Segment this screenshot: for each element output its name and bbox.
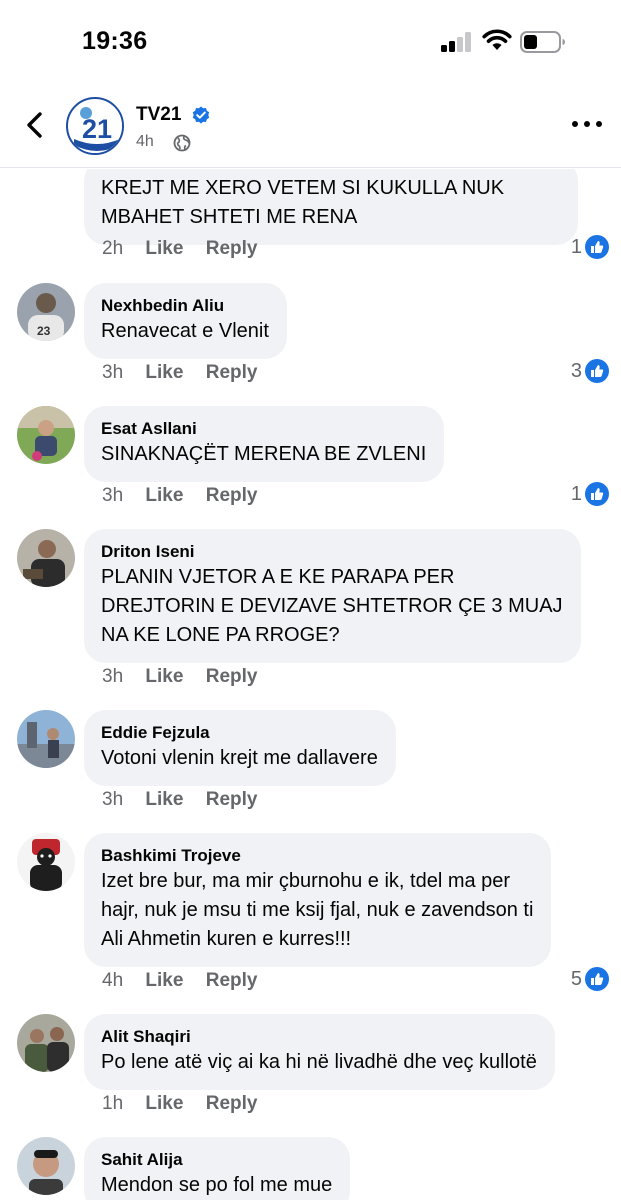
thumbs-up-icon (585, 359, 609, 383)
comment-text: Izet bre bur, ma mir çburnohu e ik, tdel… (101, 870, 534, 950)
comment-bubble[interactable]: Esat Asllani SINAKNAÇËT MERENA BE ZVLENI (84, 406, 445, 482)
thumbs-up-icon (585, 967, 609, 991)
comment-text: Mendon se po fol me mue (101, 1174, 333, 1196)
comment-text: SINAKNAÇËT MERENA BE ZVLENI (101, 443, 427, 465)
comment-meta: 3h Like Reply (102, 789, 274, 811)
battery-icon (520, 31, 565, 53)
avatar[interactable] (17, 710, 75, 768)
thumbs-up-icon (585, 235, 609, 259)
like-button[interactable]: Like (145, 666, 183, 688)
reply-button[interactable]: Reply (206, 1093, 258, 1115)
like-button[interactable]: Like (145, 1093, 183, 1115)
reaction-number: 1 (570, 235, 582, 258)
globe-icon (173, 134, 191, 152)
comment-meta: 3h Like Reply (102, 666, 274, 688)
tv21-logo-icon: 21 (70, 101, 122, 153)
comments-list: KREJT ME XERO VETEM SI KUKULLA NUK MBAHE… (0, 169, 621, 1200)
status-bar: 19:36 (0, 0, 621, 84)
post-time: 4h (136, 133, 154, 150)
avatar[interactable] (17, 406, 75, 464)
comment-bubble[interactable]: Alit Shaqiri Po lene atë viç ai ka hi në… (84, 1014, 555, 1090)
reply-button[interactable]: Reply (206, 362, 258, 384)
avatar-text: 21 (82, 114, 112, 144)
svg-text:23: 23 (37, 324, 51, 338)
comment-bubble[interactable]: KREJT ME XERO VETEM SI KUKULLA NUK MBAHE… (84, 169, 578, 245)
avatar[interactable] (17, 833, 75, 891)
comment-author[interactable]: Driton Iseni (101, 541, 563, 563)
reaction-number: 3 (570, 359, 582, 382)
like-button[interactable]: Like (145, 362, 183, 384)
post-header: 21 TV21 4h (0, 84, 621, 168)
comment-text: Renavecat e Vlenit (101, 320, 269, 342)
comment-time: 4h (102, 970, 124, 991)
reply-button[interactable]: Reply (206, 238, 258, 260)
avatar[interactable] (17, 1137, 75, 1195)
reaction-number: 1 (570, 482, 582, 505)
reaction-count[interactable]: 1 (571, 235, 609, 259)
reaction-count[interactable]: 3 (571, 359, 609, 383)
comment-bubble[interactable]: Bashkimi Trojeve Izet bre bur, ma mir çb… (84, 833, 552, 967)
avatar[interactable] (17, 529, 75, 587)
page-avatar[interactable]: 21 (66, 97, 124, 155)
comment-meta: 3h Like Reply (102, 362, 274, 384)
reaction-count[interactable]: 1 (571, 482, 609, 506)
comment-time: 3h (102, 362, 124, 383)
comment-bubble[interactable]: Eddie Fejzula Votoni vlenin krejt me dal… (84, 710, 396, 786)
comment-author[interactable]: Alit Shaqiri (101, 1026, 537, 1048)
comment-time: 2h (102, 238, 124, 259)
comment-time: 3h (102, 666, 124, 687)
reply-button[interactable]: Reply (206, 970, 258, 992)
comment-time: 3h (102, 485, 124, 506)
avatar[interactable] (17, 1014, 75, 1072)
comment-bubble[interactable]: Driton Iseni PLANIN VJETOR A E KE PARAPA… (84, 529, 581, 663)
comment-bubble[interactable]: Sahit Alija Mendon se po fol me mue (84, 1137, 351, 1200)
comment-meta: 1h Like Reply (102, 1093, 274, 1115)
reply-button[interactable]: Reply (206, 666, 258, 688)
reaction-number: 5 (570, 967, 582, 990)
reply-button[interactable]: Reply (206, 485, 258, 507)
avatar[interactable]: 23 (17, 283, 75, 341)
comment-text: PLANIN VJETOR A E KE PARAPA PER DREJTORI… (101, 566, 563, 646)
wifi-icon (482, 29, 512, 50)
comment-text: Votoni vlenin krejt me dallavere (101, 747, 378, 769)
back-button[interactable] (20, 108, 50, 142)
comment-time: 1h (102, 1093, 124, 1114)
verified-badge-icon (192, 106, 210, 124)
thumbs-up-icon (585, 482, 609, 506)
like-button[interactable]: Like (145, 238, 183, 260)
status-time: 19:36 (82, 27, 148, 55)
page-name[interactable]: TV21 (136, 104, 181, 126)
comment-author[interactable]: Esat Asllani (101, 418, 426, 440)
comment-author[interactable]: Bashkimi Trojeve (101, 845, 533, 867)
comment-author[interactable]: Eddie Fejzula (101, 722, 378, 744)
like-button[interactable]: Like (145, 970, 183, 992)
more-options-button[interactable] (570, 114, 604, 134)
comment-time: 3h (102, 789, 124, 810)
comment-author[interactable]: Sahit Alija (101, 1149, 332, 1171)
comment-author[interactable]: Nexhbedin Aliu (101, 295, 269, 317)
comment-text: Po lene atë viç ai ka hi në livadhë dhe … (101, 1051, 537, 1073)
comment-meta: 4h Like Reply (102, 970, 274, 992)
like-button[interactable]: Like (145, 789, 183, 811)
like-button[interactable]: Like (145, 485, 183, 507)
comment-bubble[interactable]: Nexhbedin Aliu Renavecat e Vlenit (84, 283, 287, 359)
signal-icon (441, 32, 473, 52)
comment-meta: 2h Like Reply (102, 238, 274, 260)
comment-text: KREJT ME XERO VETEM SI KUKULLA NUK MBAHE… (101, 177, 505, 228)
reaction-count[interactable]: 5 (571, 967, 609, 991)
comment-meta: 3h Like Reply (102, 485, 274, 507)
reply-button[interactable]: Reply (206, 789, 258, 811)
